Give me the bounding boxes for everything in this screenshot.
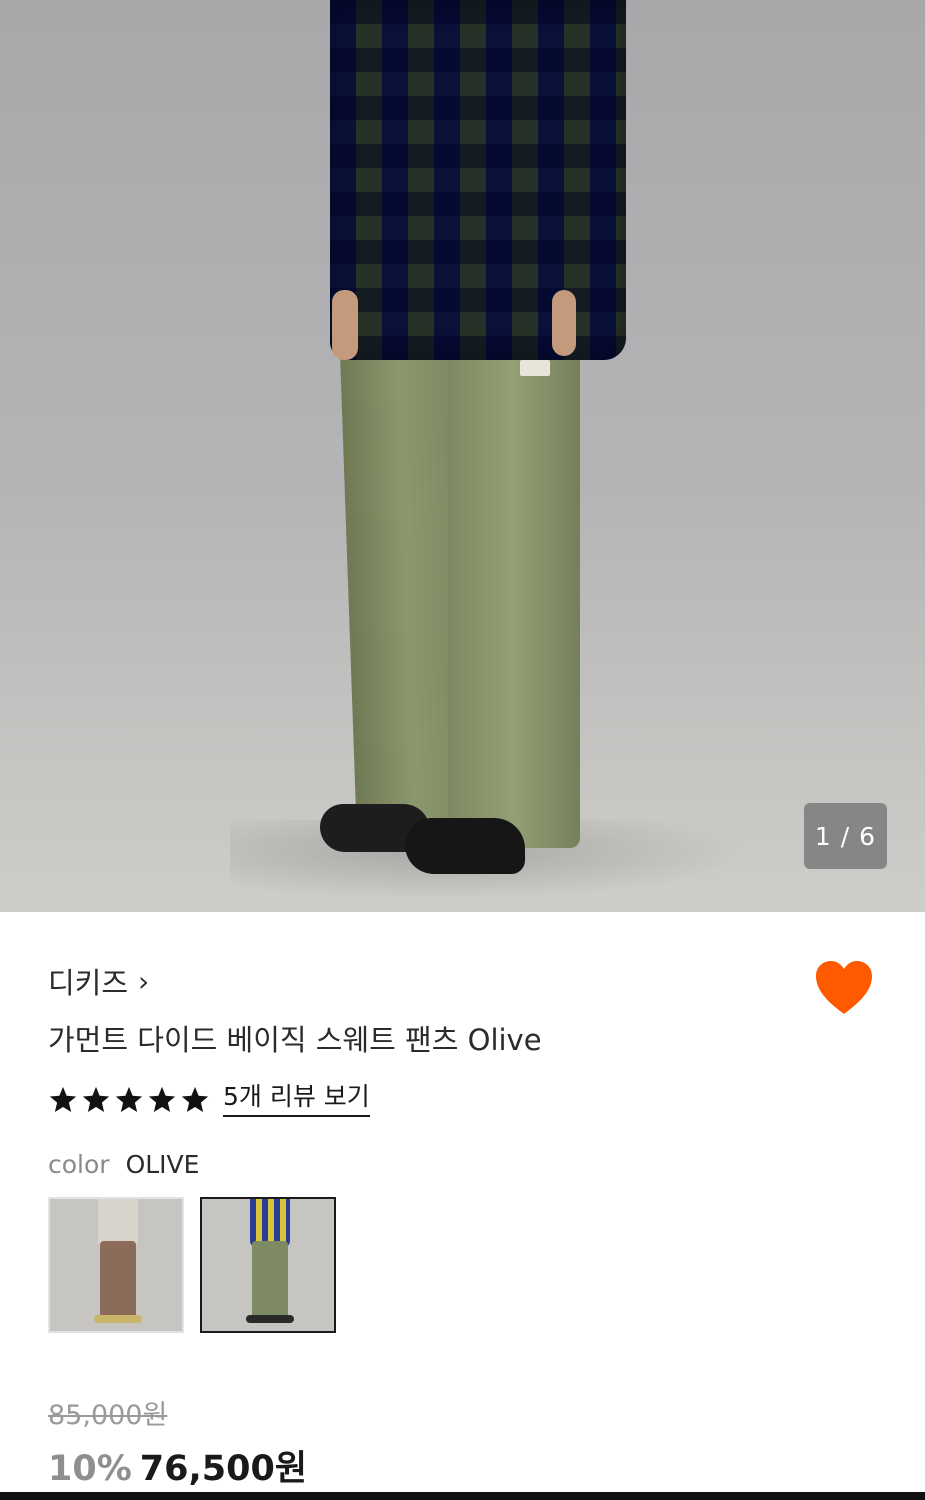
chevron-right-icon: › — [138, 964, 150, 998]
discount-rate: 10% — [48, 1449, 132, 1489]
plaid-shirt — [330, 0, 626, 360]
pants-label-tag — [520, 360, 550, 376]
sale-price: 76,500원 — [139, 1449, 308, 1489]
star-icon — [181, 1086, 209, 1112]
view-reviews-link[interactable]: 5개 리뷰 보기 — [223, 1083, 370, 1117]
star-icon — [82, 1086, 110, 1112]
star-icon — [49, 1086, 77, 1112]
wishlist-heart-button[interactable] — [813, 958, 875, 1016]
product-image-gallery[interactable]: 1 / 6 — [0, 0, 925, 912]
swatch-figure-top — [98, 1199, 138, 1247]
color-swatch-olive[interactable] — [200, 1197, 336, 1333]
star-rating — [48, 1085, 210, 1115]
swatch-figure-shoes — [94, 1315, 142, 1323]
product-title: 가먼트 다이드 베이직 스웨트 팬츠 Olive — [48, 1023, 542, 1057]
original-price: 85,000원 — [48, 1400, 168, 1431]
model-right-shoe — [405, 818, 525, 874]
pants-right-leg — [448, 338, 580, 848]
brand-link[interactable]: 디키즈 › — [48, 960, 149, 1002]
swatch-figure-pants — [100, 1241, 136, 1319]
bottom-bar — [0, 1492, 925, 1500]
star-icon — [148, 1086, 176, 1112]
rating-row: 5개 리뷰 보기 — [48, 1083, 370, 1117]
brand-name: 디키즈 — [48, 966, 129, 1000]
swatch-figure-pants — [252, 1241, 288, 1319]
model-right-hand — [552, 290, 576, 356]
model-left-hand — [332, 290, 358, 360]
image-counter-badge: 1 / 6 — [804, 803, 887, 869]
heart-icon — [816, 961, 872, 1014]
star-icon — [115, 1086, 143, 1112]
color-label: color — [48, 1150, 110, 1179]
selected-color-value: OLIVE — [125, 1150, 200, 1179]
swatch-figure-shoes — [246, 1315, 294, 1323]
price-row: 10% 76,500원 — [48, 1440, 307, 1491]
color-selector-label: color OLIVE — [48, 1150, 199, 1179]
swatch-figure-top — [250, 1199, 290, 1247]
color-swatch-brown[interactable] — [48, 1197, 184, 1333]
